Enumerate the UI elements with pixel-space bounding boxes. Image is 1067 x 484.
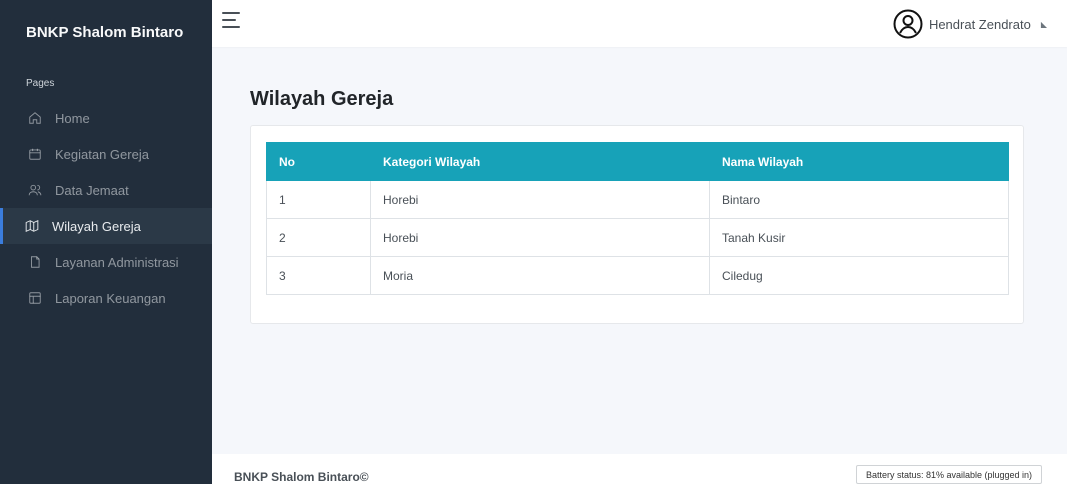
- table-row: 2 Horebi Tanah Kusir: [266, 218, 1009, 257]
- chevron-down-icon: ◣: [1040, 19, 1047, 29]
- sidebar: BNKP Shalom Bintaro Pages Home Kegiatan …: [0, 0, 212, 484]
- main-content: Wilayah Gereja No Kategori Wilayah Nama …: [212, 47, 1067, 454]
- footer-text: BNKP Shalom Bintaro©: [234, 470, 369, 484]
- table-row: 1 Horebi Bintaro: [266, 180, 1009, 219]
- sidebar-brand[interactable]: BNKP Shalom Bintaro: [0, 0, 212, 64]
- calendar-icon: [28, 147, 42, 161]
- file-icon: [28, 255, 42, 269]
- sidebar-item-laporan-keuangan[interactable]: Laporan Keuangan: [0, 280, 212, 316]
- sidebar-item-label: Data Jemaat: [55, 182, 129, 198]
- page-title: Wilayah Gereja: [250, 88, 394, 110]
- table-cell: Ciledug: [709, 256, 1009, 295]
- topbar: Hendrat Zendrato ◣: [212, 0, 1067, 47]
- table-cell: Bintaro: [709, 180, 1009, 219]
- sidebar-item-label: Layanan Administrasi: [55, 254, 179, 270]
- table-cell: 3: [266, 256, 371, 295]
- table-cell: 2: [266, 218, 371, 257]
- wilayah-table: No Kategori Wilayah Nama Wilayah 1 Horeb…: [266, 142, 1009, 295]
- sidebar-item-kegiatan-gereja[interactable]: Kegiatan Gereja: [0, 136, 212, 172]
- sidebar-item-label: Wilayah Gereja: [52, 218, 141, 234]
- sidebar-item-label: Laporan Keuangan: [55, 290, 166, 306]
- users-icon: [28, 183, 42, 197]
- table-cell: Horebi: [370, 180, 710, 219]
- map-icon: [25, 219, 39, 233]
- table-cell: Horebi: [370, 218, 710, 257]
- sidebar-item-wilayah-gereja[interactable]: Wilayah Gereja: [0, 208, 212, 244]
- sidebar-item-layanan-administrasi[interactable]: Layanan Administrasi: [0, 244, 212, 280]
- table-cell: Tanah Kusir: [709, 218, 1009, 257]
- sidebar-item-label: Kegiatan Gereja: [55, 146, 149, 162]
- column-header-kategori: Kategori Wilayah: [370, 142, 710, 181]
- column-header-no: No: [266, 142, 371, 181]
- home-icon: [28, 111, 42, 125]
- sidebar-item-data-jemaat[interactable]: Data Jemaat: [0, 172, 212, 208]
- user-name: Hendrat Zendrato: [928, 16, 1031, 32]
- menu-toggle-icon[interactable]: [222, 12, 244, 34]
- wilayah-card: No Kategori Wilayah Nama Wilayah 1 Horeb…: [250, 125, 1024, 324]
- table-cell: Moria: [370, 256, 710, 295]
- sidebar-item-label: Home: [55, 110, 90, 126]
- table-cell: 1: [266, 180, 371, 219]
- table-header-row: No Kategori Wilayah Nama Wilayah: [266, 142, 1009, 181]
- battery-status-tooltip: Battery status: 81% available (plugged i…: [856, 465, 1042, 484]
- user-avatar-icon: [893, 9, 923, 39]
- layout-icon: [28, 291, 42, 305]
- sidebar-section-header: Pages: [26, 78, 55, 89]
- sidebar-item-home[interactable]: Home: [0, 100, 212, 136]
- column-header-nama: Nama Wilayah: [709, 142, 1009, 181]
- user-menu[interactable]: Hendrat Zendrato ◣: [893, 9, 1047, 39]
- table-row: 3 Moria Ciledug: [266, 256, 1009, 295]
